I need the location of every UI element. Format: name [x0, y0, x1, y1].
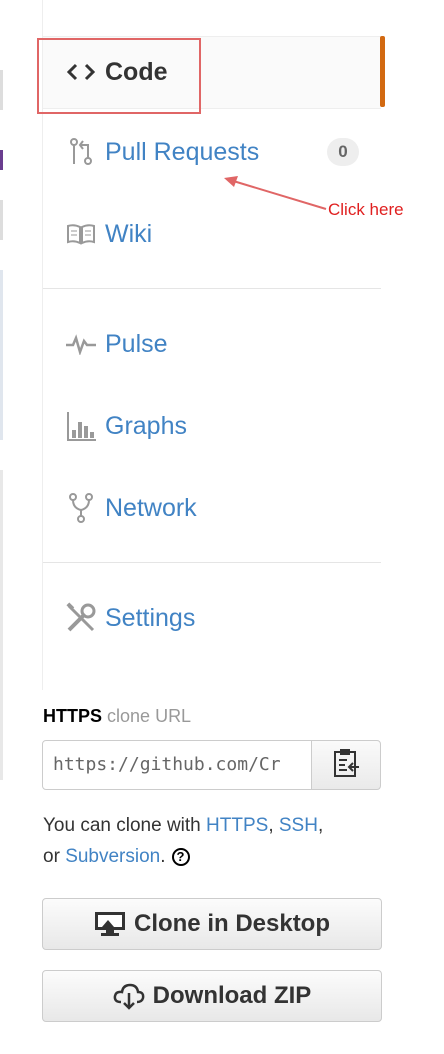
left-edge-strip	[0, 0, 8, 1054]
subversion-link[interactable]: Subversion	[65, 846, 160, 867]
copy-url-button[interactable]	[311, 740, 381, 790]
nav-label-pull-requests: Pull Requests	[105, 137, 260, 166]
nav-item-graphs[interactable]: Graphs	[43, 396, 381, 456]
help-middle: ,	[317, 815, 324, 836]
pulse-icon	[65, 328, 97, 360]
nav-divider	[43, 288, 381, 289]
https-link[interactable]: HTTPS	[206, 815, 268, 836]
nav-divider	[43, 562, 381, 563]
clone-protocol: HTTPS	[43, 706, 103, 726]
pull-request-icon	[65, 136, 97, 168]
ssh-link[interactable]: SSH	[279, 815, 318, 836]
help-question-icon[interactable]: ?	[171, 847, 190, 866]
clone-in-desktop-button[interactable]: Clone in Desktop	[42, 898, 382, 950]
graph-icon	[65, 410, 97, 442]
tools-icon	[65, 602, 97, 634]
book-icon	[65, 218, 97, 250]
clone-help-text: You can clone with HTTPS, SSH, or Subvers…	[43, 810, 383, 872]
clone-in-desktop-label: Clone in Desktop	[133, 910, 331, 937]
nav-item-settings[interactable]: Settings	[43, 588, 381, 648]
nav-label-graphs: Graphs	[105, 411, 187, 440]
download-zip-button[interactable]: Download ZIP	[42, 970, 382, 1022]
clipboard-icon	[332, 748, 360, 783]
annotation-click-here: Click here	[328, 200, 404, 219]
help-comma: ,	[268, 815, 279, 836]
nav-item-pull-requests[interactable]: Pull Requests 0	[43, 122, 381, 182]
help-or: or	[43, 846, 66, 867]
download-zip-label: Download ZIP	[152, 982, 312, 1009]
fork-icon	[65, 492, 97, 524]
nav-label-wiki: Wiki	[105, 219, 153, 248]
annotation-highlight-box	[37, 38, 201, 114]
clone-url-title: HTTPS clone URL	[43, 706, 191, 727]
nav-label-settings: Settings	[105, 603, 196, 632]
annotation-arrow-icon	[224, 176, 327, 210]
clone-url-field[interactable]: https://github.com/Cr	[42, 740, 312, 790]
nav-item-network[interactable]: Network	[43, 478, 381, 538]
nav-label-network: Network	[105, 493, 197, 522]
desktop-icon	[94, 911, 126, 937]
pull-request-counter: 0	[327, 138, 359, 166]
help-end: .	[160, 846, 166, 867]
nav-item-pulse[interactable]: Pulse	[43, 314, 381, 374]
help-prefix: You can clone with	[43, 815, 207, 836]
nav-label-pulse: Pulse	[105, 329, 168, 358]
cloud-download-icon	[113, 982, 145, 1010]
clone-title-suffix: clone URL	[107, 706, 192, 726]
